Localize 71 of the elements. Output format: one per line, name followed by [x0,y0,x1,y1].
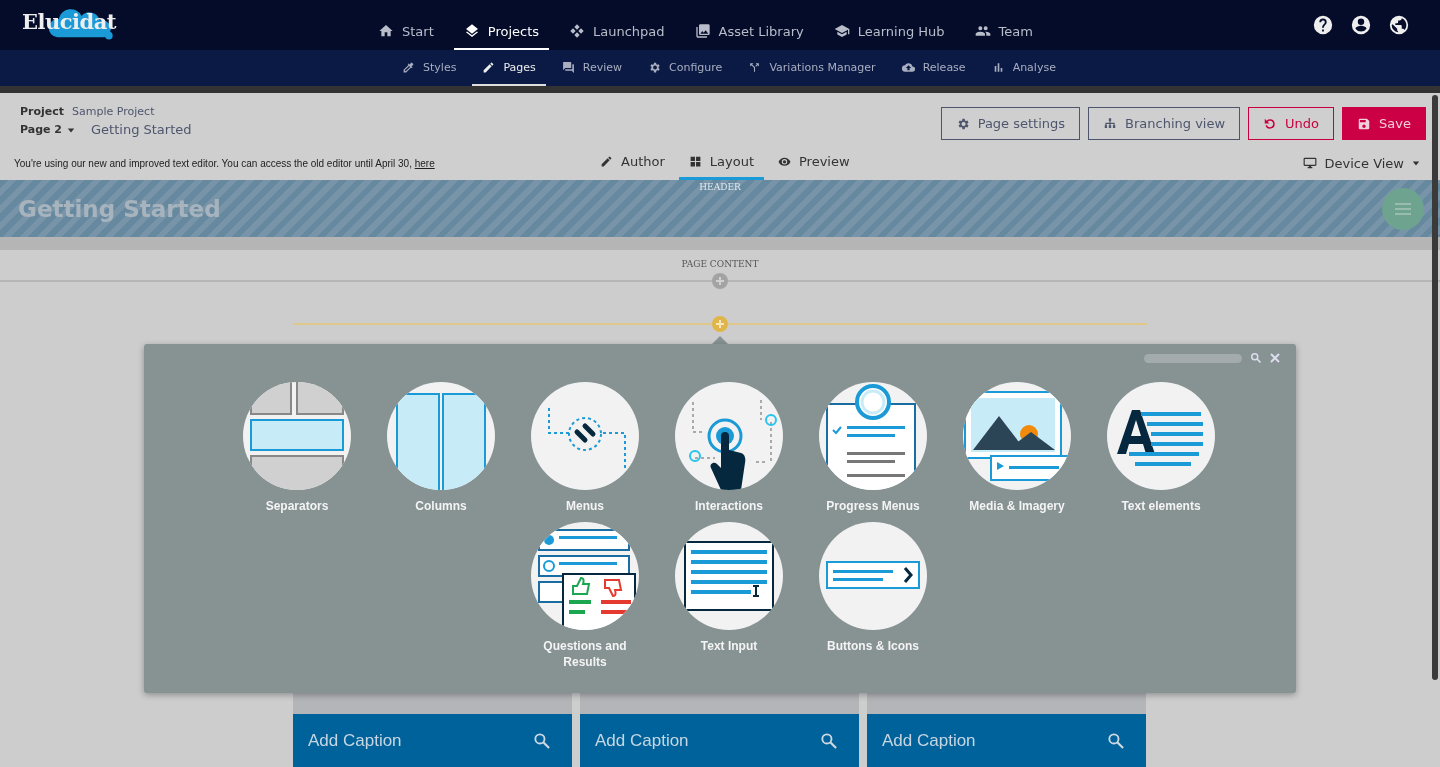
fork-icon [748,60,762,74]
people-icon [974,23,991,39]
dropper-icon [402,60,416,74]
nav-tab[interactable]: Launchpad [559,14,675,50]
search-field[interactable] [1144,353,1242,363]
text-elements-drawing[interactable] [1107,382,1215,490]
pencil-icon [482,60,496,74]
here-link[interactable]: here [414,157,435,169]
caret-icon [1412,159,1420,167]
search-icon[interactable] [532,730,552,751]
save-button[interactable]: Save [1342,107,1426,140]
nav-tab[interactable]: Learning Hub [823,14,955,50]
sitemap-icon [1103,116,1118,131]
media-drawing[interactable] [963,382,1071,490]
page-settings-button[interactable]: Page settings [940,107,1081,140]
sub-nav-tab[interactable]: Configure [638,50,733,86]
caption-bar[interactable]: Add Caption [293,714,572,767]
layers-icon [463,23,480,39]
cloud-upload-icon [901,60,915,74]
search-icon[interactable] [1106,730,1126,751]
graduation-cap-icon [833,23,850,39]
undo-icon [1263,116,1278,131]
caption-text: Add Caption [882,730,976,751]
mode-tab[interactable]: Preview [768,146,860,180]
home-icon [378,23,394,39]
device-view-dropdown[interactable]: Device View [1296,154,1426,172]
floppy-icon [1357,116,1372,131]
caption-bar[interactable]: Add Caption [867,714,1146,767]
mode-tab[interactable]: Author [590,146,675,180]
course-title: Getting Started [18,195,221,222]
caption-text: Add Caption [308,730,402,751]
diamonds-icon [569,23,586,39]
branching-view-button[interactable]: Branching view [1088,107,1241,140]
caption-bar[interactable]: Add Caption [580,714,859,767]
menus-drawing[interactable] [531,382,639,490]
editor-notice: You're using our new and improved text editor. You can access the old editor until April 30, here [14,157,436,169]
undo-button[interactable]: Undo [1248,107,1335,140]
grid-icon [688,155,702,168]
page-selector[interactable]: Page 2 [20,123,75,136]
sub-nav-tab[interactable]: Styles [392,50,467,86]
columns-drawing[interactable] [387,382,495,490]
chat-icon [561,60,575,74]
page-content-label: PAGE CONTENT [681,259,759,269]
search-icon[interactable] [1250,352,1262,364]
caption-text: Add Caption [595,730,689,751]
text-input-drawing[interactable] [675,522,783,630]
questions-drawing[interactable] [531,522,639,630]
caret-icon [67,125,75,134]
scrollbar[interactable] [1432,95,1438,680]
sub-nav-tab[interactable]: Analyse [981,50,1066,86]
project-name: Sample Project [72,105,155,118]
buttons-drawing[interactable] [819,522,927,630]
progress-drawing[interactable] [819,382,927,490]
interactions-drawing[interactable] [675,382,783,490]
nav-tab[interactable]: Team [964,14,1043,50]
page-title: Getting Started [91,122,192,137]
gear-icon [648,60,662,74]
nav-tab[interactable]: Asset Library [684,14,814,50]
project-label: Project [20,105,65,118]
eye-icon [778,155,791,168]
sub-nav-tab[interactable]: Release [891,50,976,86]
pencil-icon [600,155,613,168]
images-icon [694,23,711,39]
search-icon[interactable] [819,730,839,751]
close-icon[interactable] [1270,353,1280,363]
sub-nav-tab[interactable]: Review [551,50,633,86]
separators-drawing[interactable] [243,382,351,490]
nav-tab[interactable]: Start [368,14,444,50]
sub-nav-tab[interactable]: Variations Manager [738,50,886,86]
header-label: HEADER [699,182,741,192]
monitor-icon [1302,156,1317,170]
